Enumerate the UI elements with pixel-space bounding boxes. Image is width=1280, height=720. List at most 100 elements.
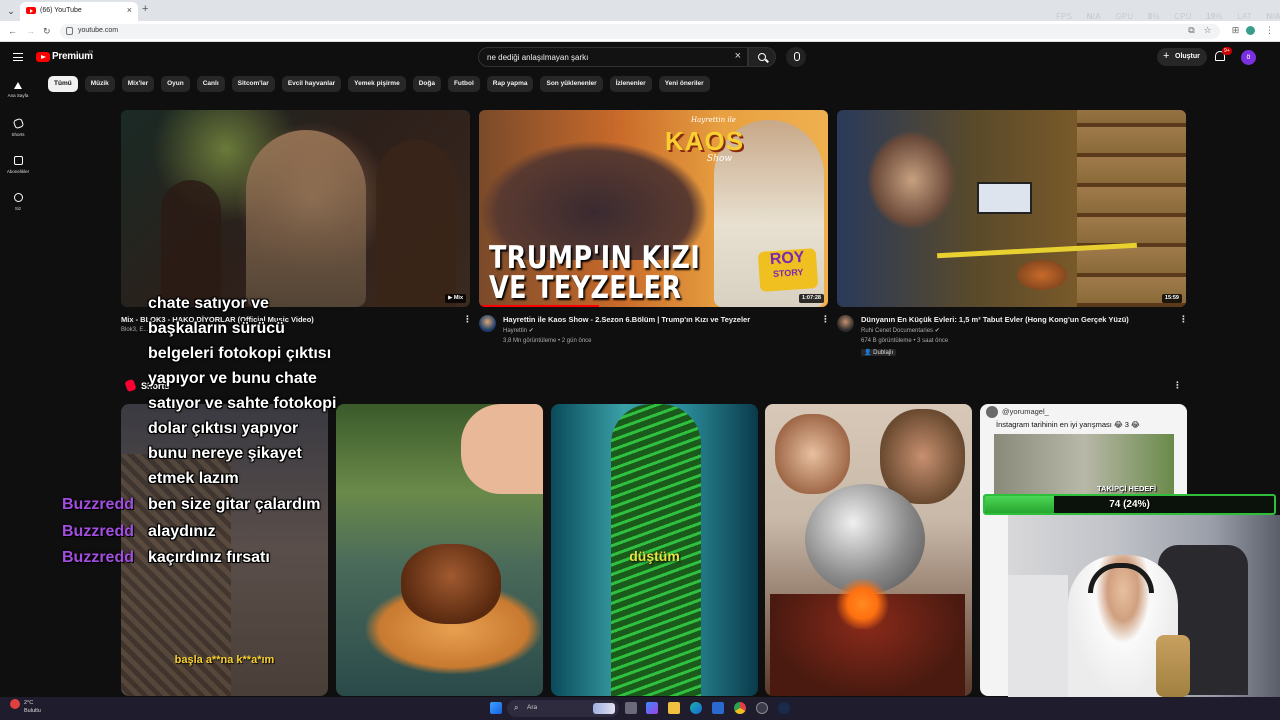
extensions-icon[interactable]: ⊞ <box>1231 26 1240 35</box>
chrome-icon[interactable] <box>734 702 746 714</box>
chip-sitcoms[interactable]: Sitcom'lar <box>231 76 275 92</box>
watch-progress-bar <box>479 305 599 307</box>
task-view-icon[interactable] <box>625 702 637 714</box>
cpu-label: CPU <box>1174 12 1192 21</box>
install-app-icon[interactable]: ⧉ <box>1187 26 1196 35</box>
sidebar-item-subscriptions[interactable]: Abonelikler <box>0 156 36 174</box>
short-card[interactable] <box>336 404 543 696</box>
create-button[interactable]: + Oluştur <box>1157 48 1207 66</box>
chip-nature[interactable]: Doğa <box>412 76 441 92</box>
new-tab-icon[interactable]: + <box>142 3 148 15</box>
video-channel[interactable]: Ruhi Cenet Documentaries ✔ <box>861 327 940 334</box>
video-duration: 1:07:28 <box>799 294 824 303</box>
site-info-icon[interactable] <box>66 27 73 35</box>
taskbar-search[interactable]: ⌕ Ara <box>507 700 619 717</box>
microsoft-store-icon[interactable] <box>712 702 724 714</box>
thumb-figure-center <box>246 130 366 307</box>
webcam-wall <box>1008 575 1068 697</box>
chat-line: etmek lazım <box>148 470 239 487</box>
chip-recently-uploaded[interactable]: Son yüklenenler <box>540 76 603 92</box>
short-card[interactable]: düştüm <box>551 404 758 696</box>
browser-tab-youtube[interactable]: (66) YouTube × <box>20 2 138 21</box>
short-card[interactable] <box>765 404 972 696</box>
chip-gaming[interactable]: Oyun <box>161 76 190 92</box>
thumb-kaos-top: Hayrettin ile <box>691 116 736 124</box>
chip-mixes[interactable]: Mix'ler <box>121 76 155 92</box>
chat-line: belgeleri fotokopi çıktısı <box>148 345 332 362</box>
shorts-logo-icon <box>124 378 137 393</box>
copilot-icon[interactable] <box>646 702 658 714</box>
goal-title: TAKİPÇİ HEDEFİ <box>1097 484 1157 493</box>
steam-icon[interactable] <box>778 702 790 714</box>
sidebar-item-label: Ana Sayfa <box>7 93 29 98</box>
back-icon[interactable]: ← <box>8 26 17 36</box>
chip-all[interactable]: Tümü <box>48 76 78 92</box>
forward-icon[interactable]: → <box>26 26 35 36</box>
tab-search-dropdown-icon[interactable]: ⌄ <box>5 5 17 17</box>
chip-live[interactable]: Canlı <box>196 76 225 92</box>
thumb-roy-story-badge: ROY STORY <box>757 248 819 292</box>
video-channel[interactable]: Hayrettin ✔ <box>503 327 534 334</box>
clear-search-icon[interactable]: × <box>735 50 741 62</box>
video-menu-icon[interactable]: ⋮ <box>463 314 472 325</box>
weather-description: Bulutlu <box>24 708 41 714</box>
tab-close-icon[interactable]: × <box>127 5 132 15</box>
chip-music[interactable]: Müzik <box>84 76 115 92</box>
webcam-feed <box>1008 515 1280 697</box>
video-title[interactable]: Dünyanın En Küçük Evleri: 1,5 m³ Tabut E… <box>861 315 1129 324</box>
video-channel[interactable]: Blok3, E... <box>121 327 148 333</box>
chat-line: chate satıyor ve <box>148 295 269 312</box>
file-explorer-icon[interactable] <box>668 702 680 714</box>
chip-pets[interactable]: Evcil hayvanlar <box>281 76 342 92</box>
chip-cooking[interactable]: Yemek pişirme <box>348 76 406 92</box>
video-thumbnail-coffin-homes[interactable]: 15:59 <box>837 110 1186 307</box>
short-face-left <box>775 414 850 494</box>
youtube-logo-icon[interactable] <box>36 52 50 62</box>
chat-line: yapıyor ve bunu chate <box>148 370 317 387</box>
mix-badge-label: Mix <box>453 295 463 301</box>
chat-line: satıyor ve sahte fotokopi <box>148 395 337 412</box>
chip-new-to-you[interactable]: Yeni öneriler <box>658 76 710 92</box>
follower-goal-bar: 74 (24%) <box>983 494 1276 515</box>
thumb-figure-left <box>161 180 221 307</box>
edge-browser-icon[interactable] <box>690 702 702 714</box>
account-avatar[interactable]: ö <box>1241 50 1256 65</box>
chip-rap[interactable]: Rap yapma <box>486 76 534 92</box>
video-duration: 15:59 <box>1161 294 1182 303</box>
address-bar[interactable]: youtube.com <box>60 24 1220 39</box>
chip-football[interactable]: Futbol <box>447 76 480 92</box>
chip-watched[interactable]: İzlenenler <box>609 76 652 92</box>
menu-hamburger-icon[interactable] <box>13 53 23 61</box>
plus-icon: + <box>1163 50 1170 62</box>
video-thumbnail-kaos-show[interactable]: Hayrettin ile KAOS Show TRUMP'IN KIZI VE… <box>479 110 828 307</box>
logo-text[interactable]: Premium <box>52 51 93 62</box>
short-caption: düştüm <box>629 548 680 564</box>
browser-menu-icon[interactable]: ⋮ <box>1265 26 1274 35</box>
weather-widget[interactable]: 2°C Bulutlu <box>24 699 41 715</box>
sidebar-item-shorts[interactable]: Shorts <box>0 117 36 137</box>
logo-region: TR <box>88 49 94 54</box>
app-icon[interactable] <box>756 702 768 714</box>
search-input[interactable]: ne dediği anlaşılmayan şarkı × <box>478 47 748 67</box>
sidebar-item-you[interactable]: Siz <box>0 193 36 211</box>
lat-value: N/A <box>1266 12 1280 21</box>
video-thumbnail-mix[interactable]: ▶ Mix <box>121 110 470 307</box>
start-windows-icon[interactable] <box>490 702 502 714</box>
reload-icon[interactable]: ↻ <box>43 26 51 37</box>
browser-tab-strip: ⌄ (66) YouTube × + FPS N/A GPU 8% CPU 19… <box>0 0 1280 21</box>
voice-search-icon[interactable] <box>786 47 806 67</box>
video-title[interactable]: Hayrettin ile Kaos Show - 2.Sezon 6.Bölü… <box>503 315 750 324</box>
video-menu-icon[interactable]: ⋮ <box>1179 314 1188 325</box>
video-menu-icon[interactable]: ⋮ <box>821 314 830 325</box>
verified-icon: ✔ <box>934 328 940 334</box>
short-roast-meat <box>401 544 501 624</box>
shorts-menu-icon[interactable]: ⋮ <box>1173 380 1182 391</box>
channel-avatar[interactable] <box>479 315 496 332</box>
profile-icon[interactable] <box>1246 26 1255 35</box>
bookmark-star-icon[interactable]: ☆ <box>1203 26 1212 35</box>
channel-avatar[interactable] <box>837 315 854 332</box>
search-button[interactable] <box>748 47 776 67</box>
sidebar-item-home[interactable]: Ana Sayfa <box>0 82 36 98</box>
subscriptions-icon <box>13 156 23 165</box>
weather-icon[interactable] <box>10 699 20 709</box>
